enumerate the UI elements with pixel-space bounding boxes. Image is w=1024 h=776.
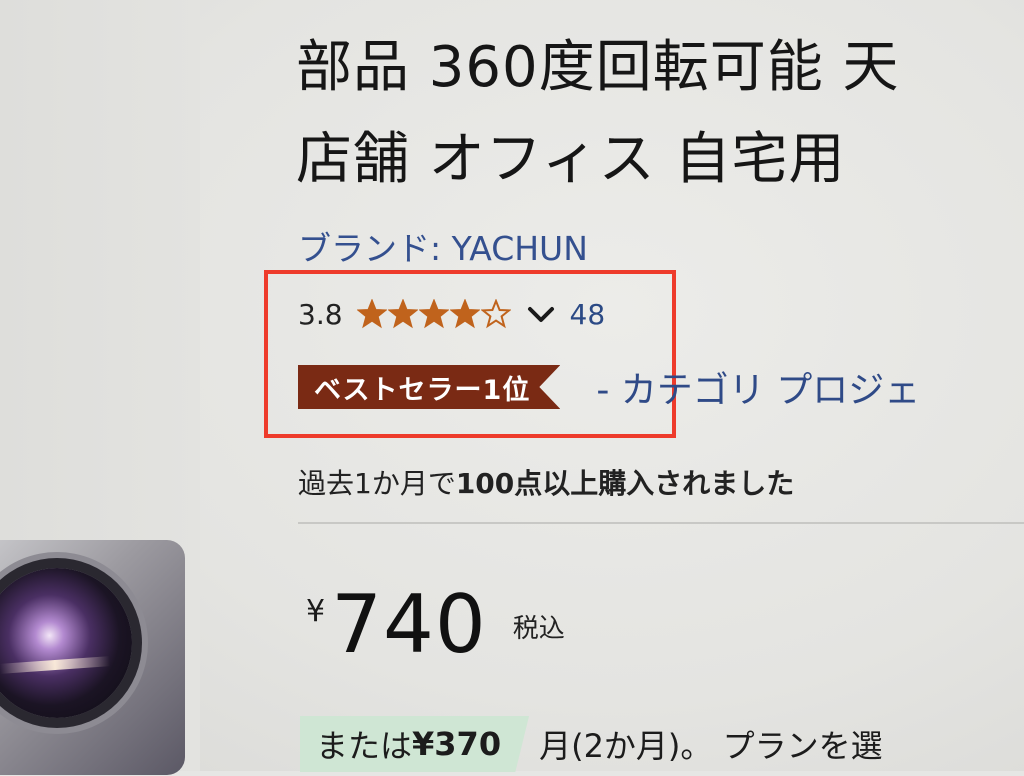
star-filled-icon (356, 299, 387, 329)
installment-prefix: または (316, 727, 413, 765)
projector-lens-image (0, 568, 132, 718)
product-thumbnail[interactable] (0, 540, 185, 775)
installment-amount: ¥370 (412, 725, 502, 763)
installment-plan-link[interactable]: 月(2か月)。 プランを選 (539, 721, 883, 767)
rating-row: 3.8 48 (298, 294, 605, 334)
review-count-link[interactable]: 48 (570, 298, 606, 331)
price-currency: ¥ (306, 594, 326, 629)
brand-link[interactable]: ブランド: YACHUN (298, 222, 588, 270)
star-filled-icon (387, 299, 418, 329)
installment-badge: または ¥370 (300, 716, 530, 772)
bestseller-badge[interactable]: ベストセラー1位 (298, 365, 561, 409)
purchase-count-note: 過去1か月で100点以上購入されました (298, 462, 794, 502)
price-amount: 740 (331, 578, 487, 671)
tax-included-label: 税込 (512, 614, 565, 644)
price-row: ¥ 740 税込 (306, 580, 565, 680)
star-rating[interactable] (356, 299, 512, 329)
star-empty-icon (480, 299, 511, 329)
product-title: 部品 360度回転可能 天 店舗 オフィス 自宅用 (296, 22, 1024, 206)
thumbnail-column (0, 0, 200, 775)
product-title-line-2: 店舗 オフィス 自宅用 (296, 127, 846, 192)
star-filled-icon (449, 299, 480, 329)
rating-value: 3.8 (298, 297, 343, 331)
purchase-note-prefix: 過去1か月で (298, 467, 456, 500)
product-title-line-1: 部品 360度回転可能 天 (296, 35, 900, 100)
installment-row: または ¥370 月(2か月)。 プランを選 (300, 712, 883, 776)
section-divider (298, 522, 1024, 524)
star-filled-icon (418, 299, 449, 329)
chevron-down-icon[interactable] (524, 299, 558, 329)
purchase-note-emphasis: 100点以上購入されました (455, 467, 795, 500)
screen: 部品 360度回転可能 天 店舗 オフィス 自宅用 ブランド: YACHUN 3… (0, 0, 1024, 775)
bestseller-category-link[interactable]: - カテゴリ プロジェ (596, 361, 920, 413)
bestseller-row: ベストセラー1位 - カテゴリ プロジェ (298, 361, 920, 413)
